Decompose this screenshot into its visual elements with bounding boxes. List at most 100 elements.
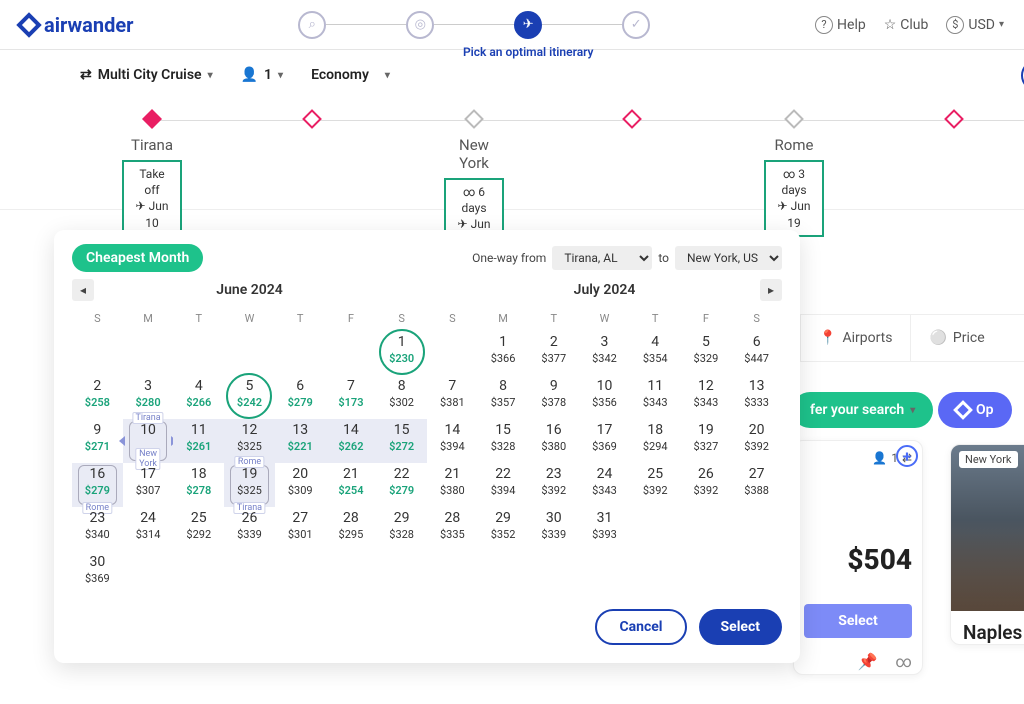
calendar-day[interactable]: Tirana10New York bbox=[123, 419, 174, 463]
calendar-day[interactable]: 7$381 bbox=[427, 375, 478, 419]
calendar-day[interactable]: 19$327 bbox=[681, 419, 732, 463]
calendar-day[interactable]: 1$366 bbox=[478, 331, 529, 375]
calendar-day[interactable]: 25$392 bbox=[630, 463, 681, 507]
stop-card[interactable]: Take off✈ Jun 10 bbox=[122, 160, 182, 237]
calendar-day[interactable]: 27$301 bbox=[275, 507, 326, 551]
calendar-day[interactable]: 9$271 bbox=[72, 419, 123, 463]
calendar-day[interactable]: 21$380 bbox=[427, 463, 478, 507]
brand-text: airwander bbox=[44, 13, 133, 37]
step-plane-icon[interactable]: ✈ bbox=[514, 11, 542, 39]
calendar-day[interactable]: 22$279 bbox=[376, 463, 427, 507]
calendar-day[interactable]: 29$352 bbox=[478, 507, 529, 551]
calendar-day[interactable]: 26$392 bbox=[681, 463, 732, 507]
calendar-day[interactable]: 29$328 bbox=[376, 507, 427, 551]
calendar-day[interactable]: 8$357 bbox=[478, 375, 529, 419]
day-of-week: F bbox=[326, 306, 377, 331]
calendar-day[interactable]: 23$392 bbox=[528, 463, 579, 507]
calendar-day[interactable]: 5$242 bbox=[224, 375, 275, 419]
optimize-button[interactable]: Op bbox=[938, 392, 1012, 428]
passenger-selector[interactable]: 👤1▾ bbox=[241, 67, 283, 83]
select-button[interactable]: Select bbox=[699, 609, 782, 645]
trip-type-selector[interactable]: ⇄Multi City Cruise▾ bbox=[80, 67, 213, 83]
calendar-day[interactable]: 21$254 bbox=[326, 463, 377, 507]
calendar-day[interactable]: 31$393 bbox=[579, 507, 630, 551]
calendar-day[interactable]: 6$279 bbox=[275, 375, 326, 419]
step-check-icon[interactable]: ✓ bbox=[622, 11, 650, 39]
help-link[interactable]: ?Help bbox=[815, 16, 866, 34]
calendar-day[interactable]: 2$377 bbox=[528, 331, 579, 375]
stop-card[interactable]: ∞ 3 days✈ Jun 19 bbox=[764, 160, 824, 237]
club-link[interactable]: ☆Club bbox=[884, 17, 929, 33]
calendar-day[interactable]: 28$335 bbox=[427, 507, 478, 551]
day-price: $340 bbox=[72, 528, 123, 541]
calendar-day[interactable]: 6$447 bbox=[731, 331, 782, 375]
from-select[interactable]: Tirana, AL bbox=[552, 246, 652, 270]
select-itinerary-button[interactable]: Select bbox=[804, 604, 912, 638]
airports-filter[interactable]: 📍Airports bbox=[800, 315, 910, 361]
calendar-day[interactable]: 4$354 bbox=[630, 331, 681, 375]
calendar-day[interactable]: 8$302 bbox=[376, 375, 427, 419]
calendar-day[interactable]: Rome19$325Tirana bbox=[224, 463, 275, 507]
calendar-day[interactable]: 24$314 bbox=[123, 507, 174, 551]
calendar-day[interactable]: 17$307 bbox=[123, 463, 174, 507]
logo[interactable]: airwander bbox=[20, 13, 133, 37]
calendar-day[interactable]: 23$340 bbox=[72, 507, 123, 551]
calendar-day[interactable]: 3$342 bbox=[579, 331, 630, 375]
itinerary-stop[interactable]: Rome∞ 3 days✈ Jun 19 bbox=[764, 112, 824, 237]
calendar-day[interactable]: 10$356 bbox=[579, 375, 630, 419]
refine-search-button[interactable]: fer your search▾ bbox=[792, 392, 933, 428]
prev-month-button[interactable]: ◂ bbox=[72, 279, 94, 301]
itinerary-stop[interactable] bbox=[282, 112, 342, 126]
calendar-day[interactable]: 11$343 bbox=[630, 375, 681, 419]
calendar-day[interactable]: 12$343 bbox=[681, 375, 732, 419]
cabin-selector[interactable]: Economy▾ bbox=[311, 67, 390, 83]
calendar-day[interactable]: 20$392 bbox=[731, 419, 782, 463]
calendar-day[interactable]: 9$378 bbox=[528, 375, 579, 419]
cancel-button[interactable]: Cancel bbox=[595, 609, 686, 645]
calendar-day[interactable]: 2$258 bbox=[72, 375, 123, 419]
calendar-day[interactable]: 24$343 bbox=[579, 463, 630, 507]
city-label: Tirana bbox=[122, 136, 182, 154]
calendar-day[interactable]: 13$333 bbox=[731, 375, 782, 419]
cheapest-month-button[interactable]: Cheapest Month bbox=[72, 244, 203, 272]
calendar-day[interactable]: 26$339 bbox=[224, 507, 275, 551]
calendar-day[interactable]: 14$394 bbox=[427, 419, 478, 463]
step-search-icon[interactable]: ⌕ bbox=[298, 11, 326, 39]
calendar-day[interactable]: 18$278 bbox=[173, 463, 224, 507]
day-of-week: W bbox=[579, 306, 630, 331]
calendar-day[interactable]: 5$329 bbox=[681, 331, 732, 375]
share-icon[interactable]: ∞ bbox=[896, 652, 912, 671]
calendar-day[interactable]: 28$295 bbox=[326, 507, 377, 551]
itinerary-stop[interactable] bbox=[602, 112, 662, 126]
calendar-day[interactable]: 22$394 bbox=[478, 463, 529, 507]
calendar-day[interactable]: 20$309 bbox=[275, 463, 326, 507]
itinerary-stop[interactable]: Tirana Take off✈ Jun 10 bbox=[122, 112, 182, 237]
calendar-day[interactable]: 15$272 bbox=[376, 419, 427, 463]
calendar-day[interactable]: 17$369 bbox=[579, 419, 630, 463]
itinerary-stop[interactable] bbox=[924, 112, 984, 126]
range-handle-icon[interactable] bbox=[119, 436, 125, 446]
destination-card[interactable]: New York Naples bbox=[950, 444, 1024, 645]
day-price: $356 bbox=[579, 396, 630, 409]
currency-selector[interactable]: $USD▾ bbox=[946, 16, 1004, 34]
calendar-day[interactable]: 30$339 bbox=[528, 507, 579, 551]
calendar-day[interactable]: 18$294 bbox=[630, 419, 681, 463]
calendar-day[interactable]: 30$369 bbox=[72, 551, 123, 595]
step-target-icon[interactable]: ◎ bbox=[406, 11, 434, 39]
calendar-day[interactable]: 27$388 bbox=[731, 463, 782, 507]
price-filter[interactable]: ⚪Price bbox=[910, 315, 1002, 361]
calendar-day[interactable]: 1$230 bbox=[376, 331, 427, 375]
pin-icon[interactable]: 📌 bbox=[858, 652, 878, 671]
calendar-day[interactable]: 4$266 bbox=[173, 375, 224, 419]
calendar-day[interactable]: 16$380 bbox=[528, 419, 579, 463]
calendar-day[interactable]: 11$261 bbox=[173, 419, 224, 463]
calendar-day[interactable]: 16$279Rome bbox=[72, 463, 123, 507]
to-select[interactable]: New York, US bbox=[675, 246, 782, 270]
calendar-day[interactable]: 13$221 bbox=[275, 419, 326, 463]
add-icon[interactable]: + bbox=[896, 445, 918, 467]
calendar-day[interactable]: 25$292 bbox=[173, 507, 224, 551]
calendar-day[interactable]: 14$262 bbox=[326, 419, 377, 463]
next-month-button[interactable]: ▸ bbox=[760, 279, 782, 301]
calendar-day[interactable]: 7$173 bbox=[326, 375, 377, 419]
calendar-day[interactable]: 15$328 bbox=[478, 419, 529, 463]
